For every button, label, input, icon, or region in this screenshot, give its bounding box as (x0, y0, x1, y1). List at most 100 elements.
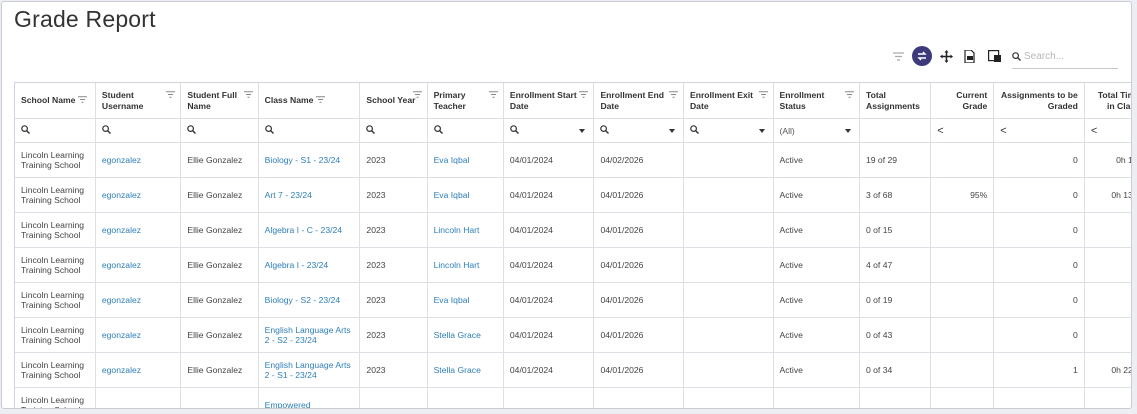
column-header[interactable]: School Name (15, 83, 96, 119)
column-filter[interactable] (15, 118, 96, 143)
school-name-cell: Lincoln Learning Training School (21, 324, 85, 346)
move-icon[interactable] (936, 46, 956, 66)
filter-icon[interactable] (758, 90, 768, 101)
teacher-cell: Lincoln Hart (427, 247, 504, 283)
column-header[interactable]: Enrollment Start Date (503, 83, 595, 119)
chevron-down-icon[interactable] (844, 129, 851, 133)
full-name-cell: Ellie Gonzalez (180, 212, 259, 248)
current-grade-cell (930, 282, 995, 318)
class-name-link[interactable]: Empowered (265, 400, 311, 408)
less-than-operator[interactable]: < (1000, 125, 1006, 137)
column-header[interactable]: Student Full Name (180, 83, 259, 119)
date-filter[interactable] (503, 118, 595, 143)
export-pdf-icon[interactable] (960, 46, 980, 66)
export-excel-icon[interactable] (984, 46, 1004, 66)
class-name-link[interactable]: Algebra I - 23/24 (265, 260, 329, 270)
class-name-link[interactable]: English Language Arts 2 - S2 - 23/24 (265, 325, 351, 346)
teacher-link[interactable]: Eva Iqbal (434, 295, 470, 305)
less-than-operator[interactable]: < (937, 125, 943, 137)
table-row: Lincoln Learning Training School egonzale… (15, 177, 1131, 213)
to-be-graded-cell: 0 (1073, 154, 1078, 165)
start-date-cell: 04/01/2024 (509, 189, 553, 200)
school-year-cell: 2023 (359, 142, 428, 178)
column-filter[interactable] (95, 118, 182, 143)
status-cell: Active (779, 259, 803, 270)
filter-icon[interactable] (316, 95, 326, 106)
numeric-filter[interactable]: < (993, 118, 1085, 143)
column-header[interactable]: Enrollment Exit Date (683, 83, 774, 119)
search-input[interactable]: Search... (1012, 44, 1118, 69)
numeric-filter[interactable]: < (1084, 118, 1131, 143)
filter-icon[interactable] (888, 46, 908, 66)
to-be-graded-cell: 1 (1073, 364, 1078, 375)
column-header[interactable]: Enrollment End Date (593, 83, 684, 119)
username-link[interactable]: egonzalez (102, 155, 141, 165)
column-header[interactable]: Enrollment Status (773, 83, 860, 119)
exit-date-cell (683, 352, 774, 388)
class-name-link[interactable]: Biology - S2 - 23/24 (265, 295, 340, 305)
current-grade-cell: 95% (930, 177, 995, 213)
filter-icon[interactable] (844, 90, 854, 101)
class-name-link[interactable]: Biology - S1 - 23/24 (265, 155, 340, 165)
date-filter[interactable] (683, 118, 774, 143)
column-header[interactable]: Class Name (258, 83, 361, 119)
time-in-class-cell: 0h 1m (1084, 142, 1131, 178)
end-date-cell: 04/01/2026 (600, 189, 644, 200)
teacher-link[interactable]: Lincoln Hart (434, 225, 480, 235)
filter-icon[interactable] (668, 90, 678, 101)
filter-icon[interactable] (412, 90, 422, 101)
swap-rows-icon[interactable] (912, 46, 932, 66)
column-header[interactable]: Total Time in Class (1084, 83, 1131, 119)
column-header[interactable]: Student Username (95, 83, 182, 119)
filter-icon[interactable] (243, 90, 253, 101)
username-link[interactable]: egonzalez (102, 330, 141, 340)
username-link[interactable]: egonzalez (102, 260, 141, 270)
teacher-link[interactable]: Lincoln Hart (434, 260, 480, 270)
column-filter[interactable] (359, 118, 428, 143)
chevron-down-icon[interactable] (579, 129, 586, 133)
column-header[interactable]: Current Grade (930, 83, 995, 119)
column-header[interactable]: Primary Teacher (427, 83, 504, 119)
username-link[interactable]: egonzalez (102, 295, 141, 305)
status-cell: Active (773, 352, 860, 388)
full-name-cell: Ellie Gonzalez (180, 177, 259, 213)
filter-icon[interactable] (78, 95, 88, 106)
teacher-link[interactable]: Eva Iqbal (434, 190, 470, 200)
username-link[interactable]: egonzalez (102, 190, 141, 200)
column-filter[interactable] (258, 118, 361, 143)
class-name-link[interactable]: English Language Arts 2 - S1 - 23/24 (265, 360, 351, 381)
filter-icon[interactable] (579, 90, 589, 101)
school-year-cell: 2023 (366, 294, 386, 305)
column-header[interactable]: School Year (359, 83, 428, 119)
class-name-cell: Art 7 - 23/24 (258, 177, 361, 213)
numeric-filter[interactable]: < (930, 118, 995, 143)
column-header[interactable]: Total Assignments (859, 83, 932, 119)
to-be-graded-cell: 0 (1073, 189, 1078, 200)
status-filter-select[interactable]: (All) (773, 118, 860, 143)
teacher-link[interactable]: Eva Iqbal (434, 155, 470, 165)
end-date-cell: 04/01/2026 (593, 177, 684, 213)
chevron-down-icon[interactable] (758, 129, 765, 133)
end-date-cell: 04/01/2026 (593, 282, 684, 318)
username-link[interactable]: egonzalez (102, 365, 141, 375)
class-name-link[interactable]: Algebra I - C - 23/24 (265, 225, 342, 235)
teacher-link[interactable]: Stella Grace (434, 330, 481, 340)
chevron-down-icon[interactable] (668, 129, 675, 133)
full-name-cell: Ellie Gonzalez (180, 142, 259, 178)
column-header[interactable]: Assignments to be Graded (993, 83, 1085, 119)
less-than-operator[interactable]: < (1091, 125, 1097, 137)
table-row: Lincoln Learning Training School egonzale… (15, 352, 1131, 388)
date-filter[interactable] (593, 118, 684, 143)
time-in-class-cell (1084, 212, 1131, 248)
time-in-class-cell: 0h 1m (1116, 154, 1131, 165)
filter-icon[interactable] (166, 90, 176, 101)
column-filter[interactable] (180, 118, 259, 143)
teacher-link[interactable]: Stella Grace (434, 365, 481, 375)
full-name-cell: Ellie Gonzalez (187, 259, 243, 270)
class-name-link[interactable]: Art 7 - 23/24 (265, 190, 312, 200)
username-link[interactable]: egonzalez (102, 225, 141, 235)
column-filter[interactable] (427, 118, 504, 143)
school-year-cell: 2023 (366, 259, 386, 270)
filter-icon[interactable] (488, 90, 498, 101)
teacher-cell: Eva Iqbal (427, 177, 504, 213)
